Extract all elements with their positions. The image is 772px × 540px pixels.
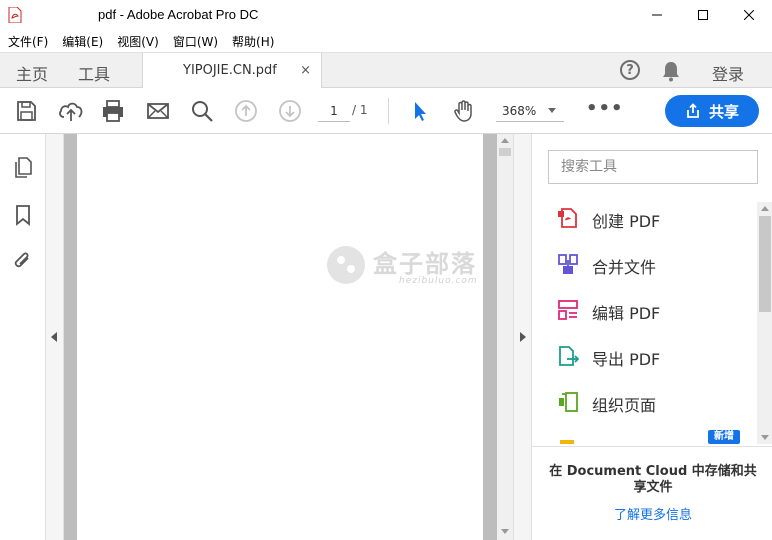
tab-home[interactable]: 主页 — [16, 61, 48, 85]
scroll-down-icon[interactable] — [761, 435, 769, 440]
menu-bar: 文件(F) 编辑(E) 视图(V) 窗口(W) 帮助(H) — [0, 30, 772, 52]
tool-label: 组织页面 — [592, 396, 657, 415]
share-icon — [687, 103, 699, 118]
next-page-button[interactable] — [278, 99, 302, 123]
tool-label: 合并文件 — [592, 258, 657, 277]
printer-icon — [103, 100, 123, 122]
toolbar-divider — [388, 98, 389, 124]
notification-bell-icon[interactable] — [661, 60, 681, 82]
tool-export-pdf[interactable]: 导出 PDF — [532, 334, 756, 380]
bookmark-icon[interactable] — [12, 204, 34, 226]
search-icon — [192, 101, 213, 122]
watermark-title: 盒子部落 — [373, 250, 477, 278]
page-number-input[interactable]: 1 — [318, 100, 350, 122]
maximize-button[interactable] — [680, 0, 726, 30]
new-badge: 新增 — [708, 430, 740, 444]
close-icon — [744, 10, 754, 20]
document-cloud-promo: 在 Document Cloud 中存储和共享文件 — [549, 464, 757, 495]
chevron-left-icon — [51, 332, 57, 342]
maximize-icon — [698, 10, 708, 20]
tab-tools[interactable]: 工具 — [78, 61, 110, 85]
export-pdf-icon — [559, 346, 580, 366]
cursor-arrow-icon — [415, 102, 426, 121]
close-window-button[interactable] — [726, 0, 772, 30]
main-toolbar: 1 / 1 368% ••• 共享 — [0, 88, 772, 134]
cloud-upload-icon — [59, 102, 83, 121]
share-label: 共享 — [708, 102, 739, 121]
window-title: pdf - Adobe Acrobat Pro DC — [98, 7, 259, 22]
save-icon — [17, 101, 36, 121]
zoom-value: 368% — [502, 104, 537, 118]
tool-create-pdf[interactable]: 创建 PDF — [532, 196, 756, 242]
hand-tool-button[interactable] — [452, 99, 476, 123]
menu-help[interactable]: 帮助(H) — [232, 33, 274, 50]
left-navigation-rail — [0, 134, 46, 540]
save-button[interactable] — [14, 99, 38, 123]
watermark: 盒子部落 hezibuluo.com — [327, 244, 487, 290]
partial-tool-icon — [560, 440, 574, 444]
close-tab-button[interactable]: × — [300, 63, 311, 78]
envelope-icon — [147, 103, 169, 119]
search-tools-input[interactable]: 搜索工具 — [548, 150, 758, 184]
menu-edit[interactable]: 编辑(E) — [62, 33, 103, 50]
chevron-down-icon — [548, 108, 556, 113]
pane-divider — [532, 446, 772, 447]
attachment-paperclip-icon[interactable] — [12, 250, 34, 272]
previous-page-button[interactable] — [234, 99, 258, 123]
title-bar: pdf - Adobe Acrobat Pro DC — [0, 0, 772, 30]
tools-scrollbar[interactable] — [757, 202, 772, 444]
tool-label: 导出 PDF — [592, 350, 661, 369]
more-tools-button[interactable]: ••• — [586, 98, 624, 119]
create-pdf-icon — [558, 208, 577, 228]
menu-view[interactable]: 视图(V) — [117, 33, 159, 50]
hand-icon — [454, 100, 472, 122]
document-viewport[interactable]: 盒子部落 hezibuluo.com — [46, 134, 531, 540]
watermark-logo-icon — [327, 246, 365, 284]
scrollbar-thumb[interactable] — [759, 216, 771, 312]
collapse-right-panel-button[interactable] — [513, 134, 531, 540]
tab-bar: 主页 工具 YIPOJIE.CN.pdf × ? 登录 — [0, 52, 772, 89]
pdf-page[interactable] — [77, 134, 483, 540]
acrobat-app-icon — [8, 7, 22, 23]
tool-list: 创建 PDF 合并文件 编辑 PDF 导出 PDF 组织页面 — [532, 196, 756, 444]
menu-file[interactable]: 文件(F) — [8, 33, 48, 50]
print-button[interactable] — [101, 99, 125, 123]
watermark-subtitle: hezibuluo.com — [399, 276, 478, 286]
minimize-icon — [652, 14, 662, 16]
page-total: / 1 — [352, 103, 368, 117]
search-button[interactable] — [190, 99, 214, 123]
document-tab-label: YIPOJIE.CN.pdf — [183, 63, 277, 78]
share-button[interactable]: 共享 — [665, 95, 759, 127]
scrollbar-thumb[interactable] — [499, 148, 511, 156]
edit-pdf-icon — [558, 300, 578, 320]
learn-more-link[interactable]: 了解更多信息 — [548, 504, 758, 523]
minimize-button[interactable] — [634, 0, 680, 30]
document-scrollbar[interactable] — [497, 134, 513, 540]
login-button[interactable]: 登录 — [712, 61, 744, 85]
tool-label: 创建 PDF — [592, 212, 661, 231]
zoom-select[interactable]: 368% — [496, 100, 564, 122]
collapse-left-panel-button[interactable] — [46, 134, 64, 540]
scroll-down-icon[interactable] — [501, 529, 509, 534]
menu-window[interactable]: 窗口(W) — [173, 33, 218, 50]
tool-label: 编辑 PDF — [592, 304, 661, 323]
scroll-up-icon[interactable] — [501, 138, 509, 143]
upload-cloud-button[interactable] — [58, 99, 83, 123]
chevron-right-icon — [520, 332, 526, 342]
organize-pages-icon — [559, 392, 578, 412]
scroll-up-icon[interactable] — [761, 206, 769, 211]
combine-files-icon — [558, 254, 578, 274]
email-button[interactable] — [146, 99, 170, 123]
tools-pane: 搜索工具 创建 PDF 合并文件 编辑 PDF 导出 PDF 组织页面 新增 在… — [531, 134, 772, 540]
tab-document[interactable]: YIPOJIE.CN.pdf × — [142, 53, 322, 89]
page-thumbnails-icon[interactable] — [12, 156, 34, 178]
tool-combine-files[interactable]: 合并文件 — [532, 242, 756, 288]
arrow-up-circle-icon — [235, 100, 257, 122]
tool-edit-pdf[interactable]: 编辑 PDF — [532, 288, 756, 334]
tool-organize-pages[interactable]: 组织页面 — [532, 380, 756, 426]
select-tool-button[interactable] — [408, 99, 432, 123]
help-icon[interactable]: ? — [620, 60, 640, 80]
arrow-down-circle-icon — [279, 100, 301, 122]
